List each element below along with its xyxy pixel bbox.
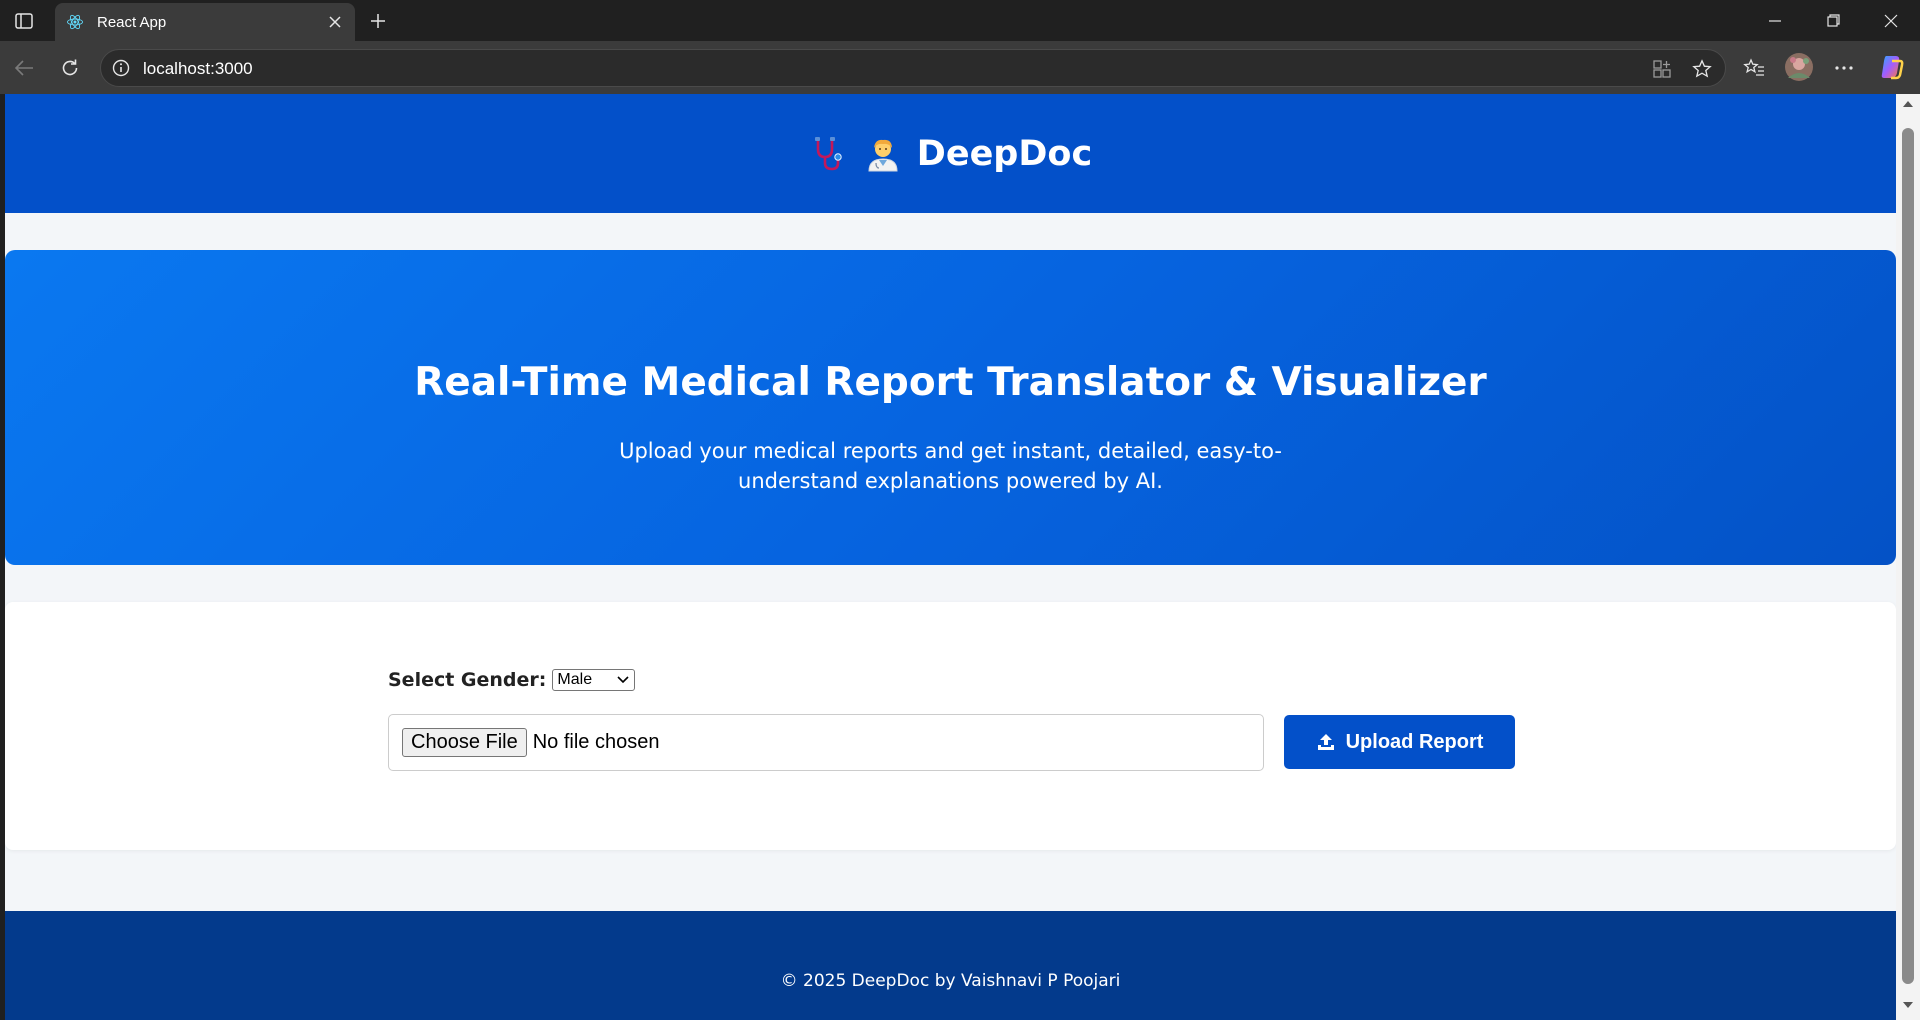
scrollbar-thumb[interactable]: [1902, 128, 1914, 984]
hero-title: Real-Time Medical Report Translator & Vi…: [414, 360, 1487, 405]
tab-title: React App: [97, 13, 167, 31]
url-text[interactable]: localhost:3000: [143, 59, 253, 79]
site-header: DeepDoc: [5, 94, 1896, 213]
upload-report-button[interactable]: Upload Report: [1284, 715, 1515, 769]
new-tab-icon[interactable]: [364, 7, 392, 35]
close-window-icon[interactable]: [1862, 0, 1920, 41]
upload-report-label: Upload Report: [1345, 730, 1484, 753]
app-available-icon[interactable]: [1651, 58, 1673, 80]
browser-tab-bar: React App: [0, 0, 1920, 41]
brand-logo[interactable]: DeepDoc: [809, 134, 1092, 174]
page-viewport: DeepDoc Real-Time Medical Report Transla…: [5, 94, 1896, 1020]
favorites-icon[interactable]: [1736, 50, 1772, 86]
favorite-star-icon[interactable]: [1691, 58, 1713, 80]
hero-banner: Real-Time Medical Report Translator & Vi…: [5, 250, 1896, 565]
chevron-down-icon: [617, 676, 629, 684]
minimize-icon[interactable]: [1746, 0, 1804, 41]
address-bar[interactable]: localhost:3000: [100, 49, 1726, 87]
gender-row: Select Gender: Male: [388, 669, 636, 691]
stethoscope-icon: [809, 134, 849, 174]
file-status-text: No file chosen: [532, 731, 660, 753]
copilot-icon[interactable]: [1874, 49, 1910, 85]
gender-select[interactable]: Male: [552, 669, 636, 691]
scroll-up-arrow-icon[interactable]: [1902, 98, 1914, 108]
gender-label: Select Gender:: [388, 669, 547, 691]
close-tab-icon[interactable]: [321, 8, 349, 36]
hero-subtitle: Upload your medical reports and get inst…: [619, 439, 1282, 493]
site-info-icon[interactable]: [111, 58, 131, 78]
gender-selected-value: Male: [557, 671, 593, 688]
restore-icon[interactable]: [1804, 0, 1862, 41]
choose-file-button[interactable]: Choose File: [402, 728, 527, 757]
health-worker-icon: [863, 134, 903, 174]
page-scrollbar[interactable]: [1896, 94, 1920, 1020]
upload-card: Select Gender: Male Choose File No file …: [5, 602, 1896, 850]
scroll-down-arrow-icon[interactable]: [1902, 1000, 1914, 1010]
more-options-icon[interactable]: [1826, 50, 1862, 86]
brand-name: DeepDoc: [916, 133, 1093, 174]
tab-actions-icon[interactable]: [12, 10, 36, 32]
footer-copyright: © 2025 DeepDoc by Vaishnavi P Poojari: [780, 970, 1121, 991]
file-input[interactable]: Choose File No file chosen: [388, 714, 1264, 771]
browser-tab[interactable]: React App: [55, 3, 355, 41]
site-footer: © 2025 DeepDoc by Vaishnavi P Poojari: [5, 911, 1896, 1020]
react-icon: [65, 12, 85, 32]
browser-toolbar: localhost:3000: [0, 41, 1920, 94]
back-icon[interactable]: [6, 50, 42, 86]
upload-icon: [1317, 734, 1334, 750]
profile-avatar[interactable]: [1781, 49, 1817, 85]
refresh-icon[interactable]: [52, 50, 88, 86]
